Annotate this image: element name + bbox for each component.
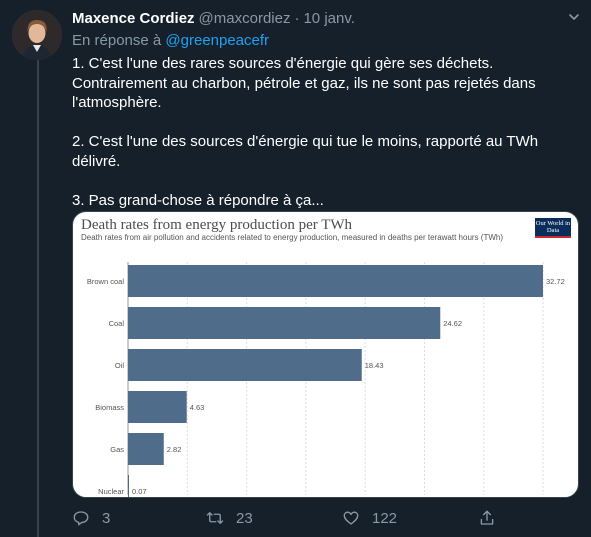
- thread-line: [37, 58, 39, 537]
- share-button[interactable]: [478, 509, 508, 527]
- like-count: 122: [372, 509, 398, 527]
- category-label: Oil: [115, 361, 125, 370]
- bar: [128, 391, 187, 423]
- category-label: Coal: [109, 319, 125, 328]
- chevron-down-icon[interactable]: [568, 11, 580, 23]
- chart-subtitle-wrap: Death rates from air pollution and accid…: [81, 233, 503, 242]
- category-label: Gas: [110, 445, 124, 454]
- bar: [128, 349, 362, 381]
- owid-logo: Our World in Data: [535, 218, 571, 238]
- retweet-icon: [206, 512, 224, 524]
- bar: [128, 265, 543, 297]
- bar: [128, 433, 164, 465]
- category-label: Brown coal: [87, 277, 124, 286]
- heart-icon: [343, 511, 359, 525]
- value-label: 2.82: [167, 445, 182, 454]
- owid-logo-text: Our World in Data: [535, 219, 571, 235]
- bar-chart: Death rates from energy production per T…: [81, 217, 571, 497]
- tweet-actions: 3 23 122: [72, 509, 502, 529]
- reply-icon: [73, 511, 89, 526]
- tweet[interactable]: Maxence Cordiez @maxcordiez · 10 janv. E…: [72, 9, 580, 527]
- separator-dot: ·: [294, 10, 300, 27]
- author-handle[interactable]: @maxcordiez: [199, 9, 291, 29]
- category-label: Biomass: [95, 403, 124, 412]
- retweet-count: 23: [236, 509, 253, 527]
- value-label: 0.07: [132, 487, 147, 496]
- tweet-text-line: 3. Pas grand-chose à répondre à ça...: [72, 191, 324, 209]
- timestamp[interactable]: 10 janv.: [303, 9, 354, 29]
- like-button[interactable]: 122: [342, 509, 397, 527]
- bar: [128, 307, 441, 339]
- tweet-text-line: Contrairement au charbon, pétrole et gaz…: [72, 74, 536, 92]
- share-icon: [480, 510, 494, 525]
- reply-prefix: En réponse à: [72, 32, 162, 49]
- reply-count: 3: [102, 509, 111, 527]
- value-label: 24.62: [443, 319, 462, 328]
- reply-context: En réponse à @greenpeacefr: [72, 31, 580, 51]
- avatar[interactable]: [12, 10, 62, 60]
- value-label: 4.63: [190, 403, 205, 412]
- retweet-button[interactable]: 23: [206, 509, 253, 527]
- tweet-text-line: 1. C'est l'une des rares sources d'énerg…: [72, 55, 494, 72]
- bar: [128, 475, 129, 497]
- tweet-header: Maxence Cordiez @maxcordiez · 10 janv.: [72, 9, 580, 29]
- tweet-text-line: délivré.: [72, 152, 121, 170]
- chart-bars: Brown coal 32.72 Coal 24.62 Oil 18.43 Biomass 4…: [87, 265, 565, 497]
- reply-to-link[interactable]: @greenpeacefr: [165, 32, 269, 49]
- value-label: 32.72: [546, 277, 565, 286]
- reply-button[interactable]: 3: [72, 509, 110, 527]
- value-label: 18.43: [365, 361, 384, 370]
- tweet-text: 1. C'est l'une des rares sources d'énerg…: [72, 54, 580, 210]
- category-label: Nuclear: [98, 487, 124, 496]
- author-name[interactable]: Maxence Cordiez: [72, 9, 195, 29]
- chart-subtitle: Death rates from air pollution and accid…: [81, 233, 503, 242]
- tweet-text-line: l'atmosphère.: [72, 94, 162, 111]
- tweet-media-chart[interactable]: Death rates from energy production per T…: [72, 211, 579, 498]
- tweet-text-line: 2. C'est l'une des sources d'énergie qui…: [72, 133, 539, 150]
- profile-photo: [12, 10, 62, 60]
- chart-title: Death rates from energy production per T…: [81, 217, 353, 233]
